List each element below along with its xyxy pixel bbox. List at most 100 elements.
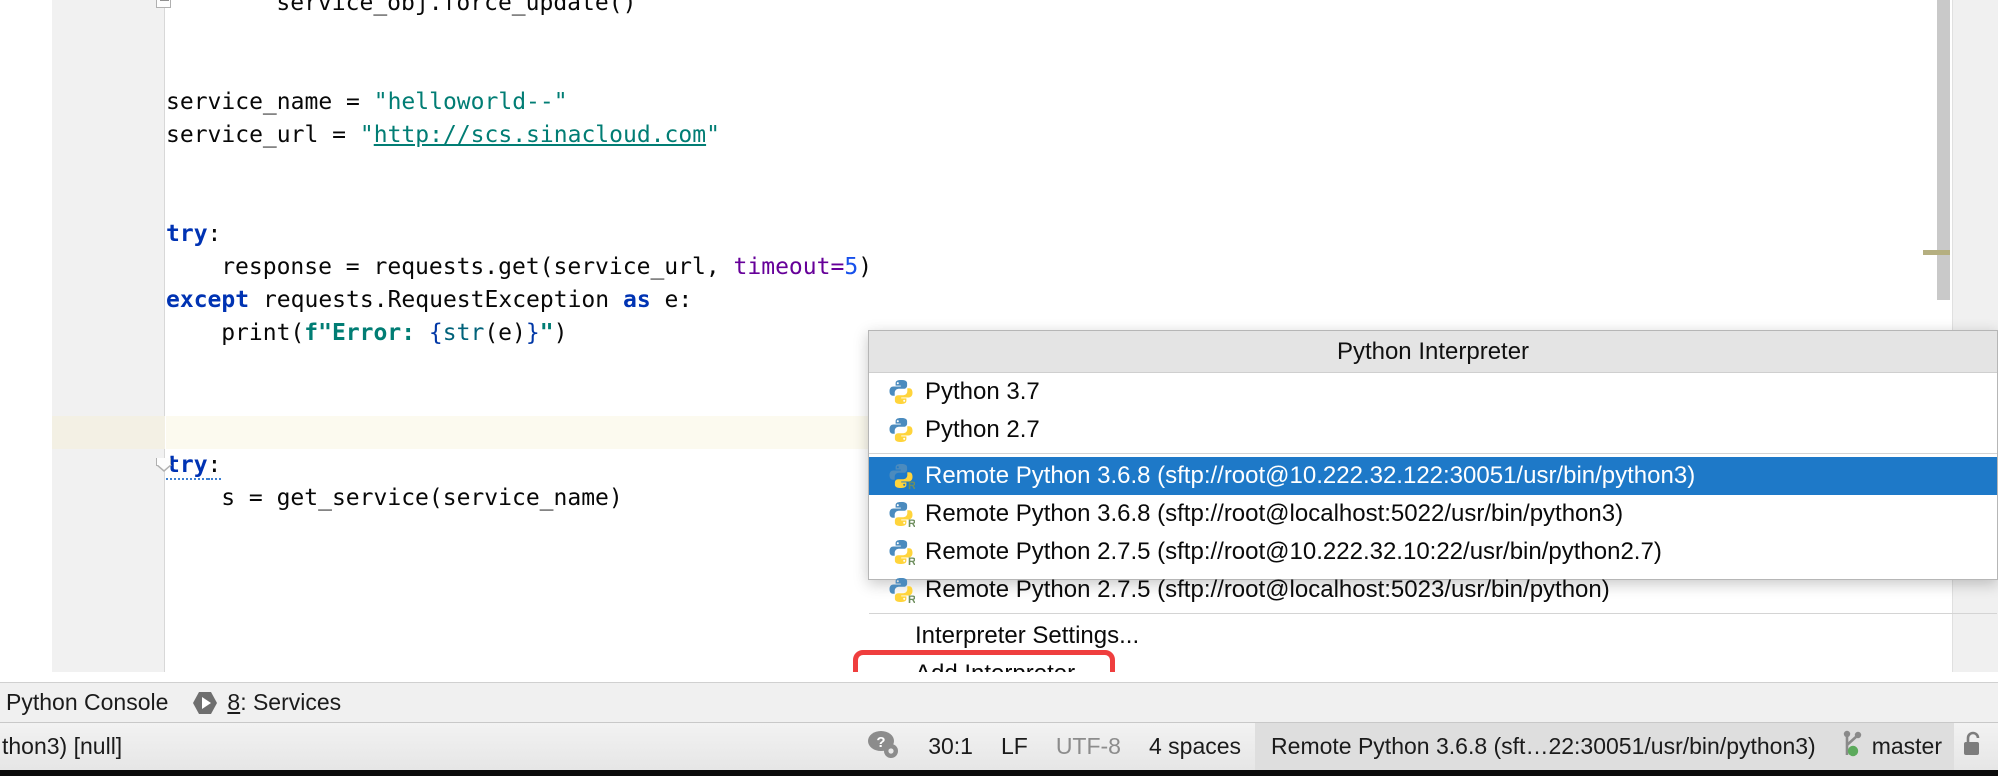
code-token: print( xyxy=(221,320,305,346)
status-git-branch[interactable]: master xyxy=(1831,722,1954,771)
status-interpreter-label: Remote Python 3.6.8 (sft…22:30051/usr/bi… xyxy=(1271,733,1816,759)
python-interpreter-popup[interactable]: Python Interpreter Python 3.7 Python 2.7 R… xyxy=(868,330,1998,687)
svg-text:?: ? xyxy=(877,734,886,751)
git-branch-label: master xyxy=(1871,733,1942,759)
code-token: : xyxy=(207,221,222,247)
editor-scroll-marker[interactable] xyxy=(1923,250,1950,255)
code-token: ) xyxy=(553,320,568,346)
python-icon xyxy=(887,416,915,444)
code-token: s = get_service(service_name) xyxy=(221,485,623,511)
code-line: service_url = "http://scs.sinacloud.com" xyxy=(166,119,720,152)
code-token: { xyxy=(428,320,443,346)
code-token: service_obj.force_update() xyxy=(276,0,637,16)
editor-vertical-scrollbar-thumb[interactable] xyxy=(1937,0,1950,300)
status-bar[interactable]: thon3) [null] ? 30:1 LF UTF-8 4 spaces R… xyxy=(0,722,1998,771)
question-gear-icon[interactable]: ? xyxy=(866,730,900,764)
code-token: requests.RequestException xyxy=(249,287,623,313)
interpreter-list-item[interactable]: R Remote Python 3.6.8 (sftp://root@10.222… xyxy=(869,457,1997,495)
interpreter-list-item[interactable]: R Remote Python 2.7.5 (sftp://root@10.222… xyxy=(869,533,1997,571)
interpreter-item-label: Python 2.7 xyxy=(925,416,1040,443)
code-line: except requests.RequestException as e: xyxy=(166,284,692,317)
code-token: str xyxy=(442,320,485,346)
code-token: service_name = xyxy=(166,89,374,115)
code-line: service_name = "helloworld--" xyxy=(166,86,568,119)
code-token: f"Error: xyxy=(304,320,429,346)
code-token: " xyxy=(706,122,720,148)
popup-title: Python Interpreter xyxy=(1336,337,1530,365)
interpreter-list-item[interactable]: Interpreter Settings... xyxy=(869,617,1997,655)
code-token: ) xyxy=(858,254,873,280)
window-bottom-edge xyxy=(0,770,1998,776)
status-line-separator[interactable]: LF xyxy=(987,733,1042,760)
interpreter-list-item[interactable]: Python 3.7 xyxy=(869,373,1997,411)
code-token: try xyxy=(166,221,208,247)
gutter-highlight-row xyxy=(52,416,165,449)
editor-left-padding xyxy=(0,0,52,672)
svg-text:R: R xyxy=(908,518,915,528)
status-help-icon-wrap[interactable]: ? xyxy=(852,729,914,765)
code-token: timeout xyxy=(733,254,831,280)
code-token: 5 xyxy=(844,254,859,280)
interpreter-item-label: Remote Python 2.7.5 (sftp://root@localho… xyxy=(925,576,1610,603)
code-token: " xyxy=(539,320,554,346)
status-encoding[interactable]: UTF-8 xyxy=(1042,733,1135,760)
interpreter-item-label: Interpreter Settings... xyxy=(915,622,1140,649)
svg-text:R: R xyxy=(908,480,915,490)
git-branch-icon xyxy=(1840,729,1866,765)
editor-bottom-gap xyxy=(0,672,1998,682)
code-token: service_url = xyxy=(166,122,360,148)
status-lock[interactable] xyxy=(1954,730,1998,764)
code-line: try: xyxy=(166,449,222,482)
python-remote-icon: R xyxy=(887,576,916,606)
lock-open-icon xyxy=(1960,730,1984,764)
services-label: : Services xyxy=(240,689,342,715)
python-remote-icon: R xyxy=(887,538,916,568)
interpreter-list[interactable]: Python 3.7 Python 2.7 R Remote Python 3.6.8… xyxy=(869,373,1997,693)
code-token: : xyxy=(207,452,222,480)
python-console-label: Python Console xyxy=(6,689,169,715)
interpreter-list-item[interactable]: R Remote Python 2.7.5 (sftp://root@localh… xyxy=(869,571,1997,609)
tool-button-python-console[interactable]: Python Console xyxy=(0,683,180,723)
code-token: "helloworld--" xyxy=(373,89,568,115)
code-line: service_obj.force_update() xyxy=(276,0,636,20)
python-remote-icon: R xyxy=(887,500,916,530)
interpreter-item-label: Remote Python 3.6.8 (sftp://root@localho… xyxy=(925,500,1624,527)
code-line: s = get_service(service_name) xyxy=(221,482,623,515)
interpreter-item-label: Remote Python 2.7.5 (sftp://root@10.222.… xyxy=(925,538,1662,565)
status-indent[interactable]: 4 spaces xyxy=(1135,733,1255,760)
status-left-text: thon3) [null] xyxy=(2,733,123,759)
popup-header: Python Interpreter xyxy=(869,331,1997,373)
code-token: } xyxy=(525,320,540,346)
code-token: as xyxy=(622,287,651,313)
svg-text:R: R xyxy=(908,594,915,604)
tool-button-services[interactable]: 8: Services xyxy=(180,683,353,723)
interpreter-list-item[interactable]: Python 2.7 xyxy=(869,411,1997,449)
svg-text:R: R xyxy=(908,556,915,566)
status-interpreter[interactable]: Remote Python 3.6.8 (sft…22:30051/usr/bi… xyxy=(1255,722,1832,771)
interpreter-item-label: Python 3.7 xyxy=(925,378,1040,405)
menu-separator xyxy=(869,613,1997,614)
python-icon xyxy=(887,378,915,406)
menu-separator xyxy=(869,453,1997,454)
services-shortcut-number: 8 xyxy=(227,689,241,715)
code-token: (e) xyxy=(484,320,526,346)
tool-window-bar[interactable]: Python Console 8: Services xyxy=(0,682,1998,722)
line-number-gutter[interactable] xyxy=(52,0,165,672)
code-token: except xyxy=(166,287,250,313)
interpreter-list-item[interactable]: R Remote Python 3.6.8 (sftp://root@localh… xyxy=(869,495,1997,533)
run-hexagon-icon xyxy=(192,690,218,716)
pycharm-window: 17181920212223242526272829303132 service… xyxy=(0,0,1998,776)
status-caret-position[interactable]: 30:1 xyxy=(914,733,987,760)
code-fold-marker[interactable] xyxy=(156,0,171,8)
code-line: response = requests.get(service_url, tim… xyxy=(221,251,872,284)
interpreter-item-label: Remote Python 3.6.8 (sftp://root@10.222.… xyxy=(925,462,1696,489)
code-token: try xyxy=(166,452,208,480)
code-token: response = requests.get(service_url, xyxy=(221,254,734,280)
code-token: http://scs.sinacloud.com xyxy=(373,122,707,148)
code-fold-marker[interactable] xyxy=(156,458,172,472)
python-remote-icon: R xyxy=(887,462,916,492)
code-line: try: xyxy=(166,218,221,251)
code-token: " xyxy=(359,122,374,148)
code-token: e: xyxy=(650,287,693,313)
code-token: = xyxy=(830,254,845,280)
